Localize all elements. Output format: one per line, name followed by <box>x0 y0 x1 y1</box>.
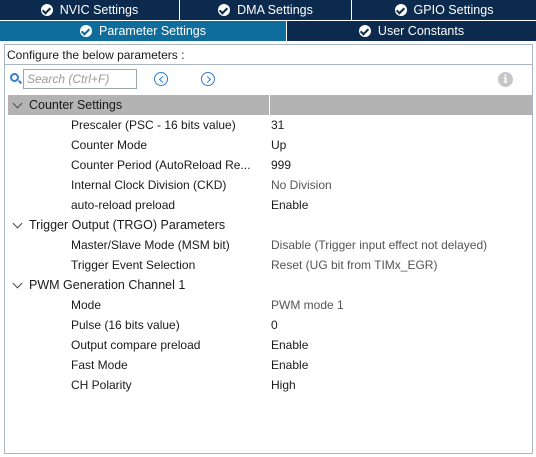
tab-label: User Constants <box>377 24 465 38</box>
check-circle-icon <box>218 4 231 16</box>
parameter-value[interactable]: Reset (UG bit from TIMx_EGR) <box>271 255 437 275</box>
chevron-down-icon[interactable] <box>12 218 23 229</box>
parameter-name: Master/Slave Mode (MSM bit) <box>71 238 230 252</box>
tab-label: NVIC Settings <box>59 3 139 17</box>
parameter-value[interactable]: Up <box>271 135 286 155</box>
parameter-name: Counter Period (AutoReload Re... <box>71 158 251 172</box>
search-icon <box>10 73 19 82</box>
tab-gpio-settings[interactable]: GPIO Settings <box>352 0 536 20</box>
parameter-row[interactable]: Output compare preload Enable <box>8 335 532 355</box>
parameter-name: Output compare preload <box>71 338 201 352</box>
parameter-value[interactable]: 0 <box>271 315 278 335</box>
search-toolbar: i <box>5 65 532 93</box>
tab-nvic-settings[interactable]: NVIC Settings <box>0 0 180 20</box>
parameter-row[interactable]: Counter Mode Up <box>8 135 532 155</box>
bottom-tab-bar: Parameter Settings User Constants <box>0 21 536 41</box>
parameter-row[interactable]: Master/Slave Mode (MSM bit) Disable (Tri… <box>8 235 532 255</box>
parameter-row[interactable]: Prescaler (PSC - 16 bits value) 31 <box>8 115 532 135</box>
parameter-value[interactable]: High <box>271 375 296 395</box>
parameter-panel: Configure the below parameters : i Count… <box>4 44 533 454</box>
parameter-name: CH Polarity <box>71 378 132 392</box>
parameter-row[interactable]: auto-reload preload Enable <box>8 195 532 215</box>
next-match-icon[interactable] <box>201 72 215 86</box>
check-circle-icon <box>40 4 53 16</box>
parameter-row[interactable]: Pulse (16 bits value) 0 <box>8 315 532 335</box>
column-divider <box>269 95 270 115</box>
parameter-row[interactable]: Internal Clock Division (CKD) No Divisio… <box>8 175 532 195</box>
tab-label: Parameter Settings <box>99 24 206 38</box>
parameter-row[interactable]: CH Polarity High <box>8 375 532 395</box>
check-circle-icon <box>80 25 92 37</box>
parameter-value[interactable]: Enable <box>271 335 308 355</box>
parameter-name: Mode <box>71 298 102 312</box>
parameter-value[interactable]: PWM mode 1 <box>271 295 344 315</box>
tab-label: GPIO Settings <box>413 3 494 17</box>
parameter-row[interactable]: Mode PWM mode 1 <box>8 295 532 315</box>
section-trigger-output[interactable]: Trigger Output (TRGO) Parameters <box>8 215 532 235</box>
section-label: Trigger Output (TRGO) Parameters <box>29 218 226 232</box>
info-icon[interactable]: i <box>498 72 513 87</box>
check-circle-icon <box>358 25 371 37</box>
tab-user-constants[interactable]: User Constants <box>287 21 536 41</box>
check-circle-icon <box>394 4 407 16</box>
parameter-value[interactable]: Disable (Trigger input effect not delaye… <box>271 235 487 255</box>
parameter-name: Pulse (16 bits value) <box>71 318 180 332</box>
parameter-tree: Counter Settings Prescaler (PSC - 16 bit… <box>8 95 532 395</box>
parameter-name: Internal Clock Division (CKD) <box>71 178 227 192</box>
tab-label: DMA Settings <box>237 3 313 17</box>
parameter-name: Fast Mode <box>71 358 128 372</box>
previous-match-icon[interactable] <box>154 72 168 86</box>
parameter-value[interactable]: No Division <box>271 175 332 195</box>
parameter-name: Counter Mode <box>71 138 148 152</box>
section-label: Counter Settings <box>29 98 123 112</box>
parameter-name: Prescaler (PSC - 16 bits value) <box>71 118 236 132</box>
tab-dma-settings[interactable]: DMA Settings <box>180 0 352 20</box>
section-pwm-generation-channel-1[interactable]: PWM Generation Channel 1 <box>8 275 532 295</box>
parameter-row[interactable]: Counter Period (AutoReload Re... 999 <box>8 155 532 175</box>
parameter-value[interactable]: Enable <box>271 355 308 375</box>
section-label: PWM Generation Channel 1 <box>29 278 186 292</box>
chevron-down-icon[interactable] <box>12 278 23 289</box>
chevron-down-icon[interactable] <box>12 98 23 109</box>
parameter-value[interactable]: 999 <box>271 155 291 175</box>
parameter-row[interactable]: Fast Mode Enable <box>8 355 532 375</box>
parameter-name: Trigger Event Selection <box>71 258 196 272</box>
section-counter-settings[interactable]: Counter Settings <box>8 95 532 115</box>
top-tab-bar: NVIC Settings DMA Settings GPIO Settings <box>0 0 536 20</box>
config-title: Configure the below parameters : <box>5 45 532 65</box>
tab-parameter-settings[interactable]: Parameter Settings <box>0 21 287 41</box>
parameter-row[interactable]: Trigger Event Selection Reset (UG bit fr… <box>8 255 532 275</box>
parameter-name: auto-reload preload <box>71 198 176 212</box>
search-input[interactable] <box>23 69 137 89</box>
parameter-value[interactable]: Enable <box>271 195 308 215</box>
parameter-value[interactable]: 31 <box>271 115 284 135</box>
